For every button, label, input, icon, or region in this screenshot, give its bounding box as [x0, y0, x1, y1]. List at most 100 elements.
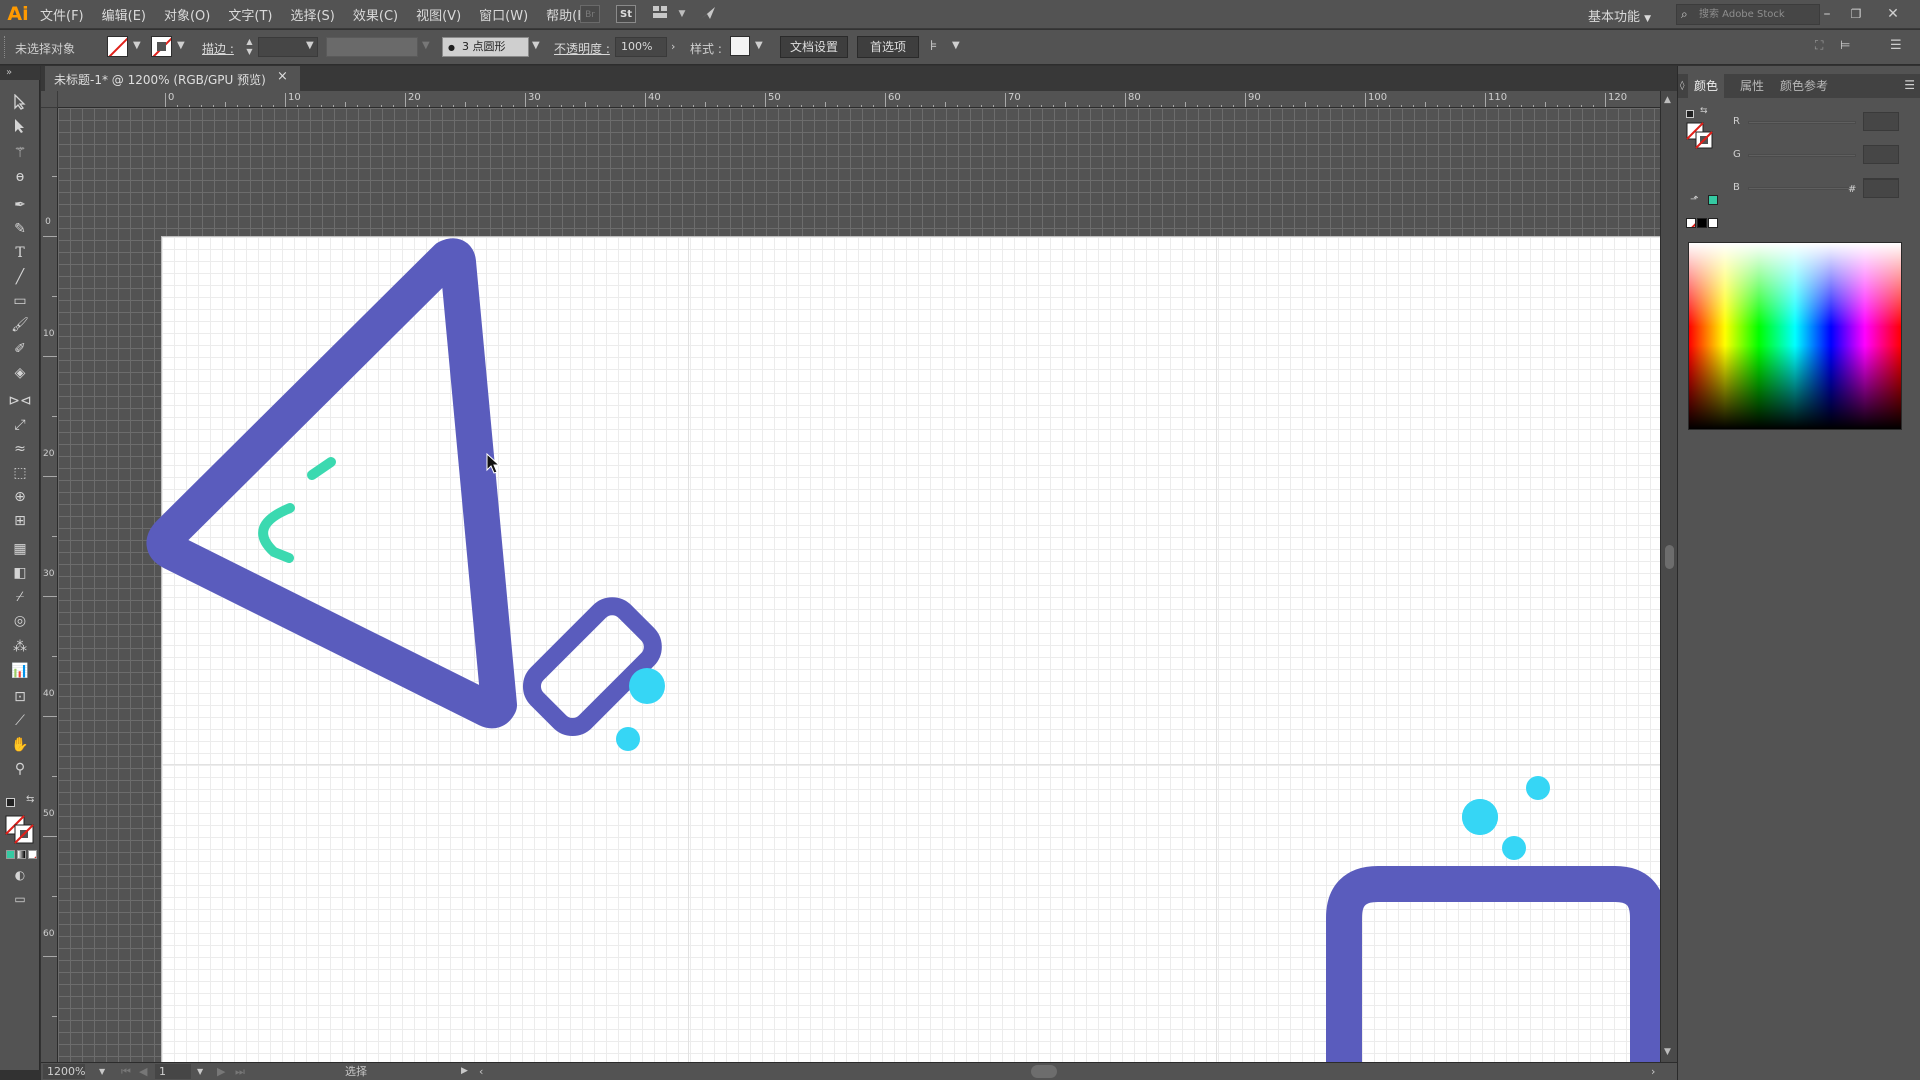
column-graph-icon[interactable]: 📊 [8, 660, 32, 682]
chevron-down-icon[interactable]: ▼ [422, 40, 430, 51]
panel-menu-icon[interactable]: ☰ [1890, 38, 1902, 53]
mesh-icon[interactable]: ▦ [8, 538, 32, 560]
chevron-down-icon[interactable]: ▼ [672, 5, 692, 23]
vertical-ruler[interactable]: 0 10 20 30 40 50 60 [41, 108, 58, 1062]
cup-artwork[interactable] [1326, 776, 1660, 1062]
horizontal-scroll-thumb[interactable] [1031, 1065, 1057, 1078]
hex-input[interactable] [1863, 179, 1899, 198]
scale-icon[interactable]: ⤢ [8, 414, 32, 436]
arrange-documents-icon[interactable] [650, 5, 670, 23]
bubble-dot[interactable] [1502, 836, 1526, 860]
tab-color[interactable]: 颜色 [1688, 74, 1725, 98]
restore-icon[interactable]: ❐ [1843, 3, 1869, 25]
last-color-swatch[interactable] [1708, 195, 1718, 205]
symbol-sprayer-icon[interactable]: ⁂ [8, 636, 32, 658]
stroke-label[interactable]: 描边 : [202, 40, 234, 57]
panel-options-icon[interactable]: ◊ [1680, 74, 1684, 98]
arrange-icon[interactable]: ⊨ [1840, 38, 1850, 52]
none-mode-icon[interactable] [28, 850, 37, 859]
menu-effect[interactable]: 效果(C) [353, 5, 398, 24]
black-color-swatch[interactable] [1697, 218, 1707, 228]
line-segment-icon[interactable]: ╱ [8, 266, 32, 288]
document-tab[interactable]: 未标题-1* @ 1200% (RGB/GPU 预览) × [45, 66, 300, 91]
channel-g-slider[interactable] [1748, 154, 1856, 157]
magic-wand-icon[interactable]: ⚚ [8, 142, 32, 164]
sound-wave-arc[interactable] [258, 503, 295, 563]
bubble-dot[interactable] [629, 668, 665, 704]
stock-icon[interactable]: St [616, 5, 636, 23]
rotate-icon[interactable]: ⊳⊲ [8, 390, 32, 412]
scroll-up-icon[interactable]: ▲ [1664, 95, 1671, 105]
screen-mode-icon[interactable]: ▭ [8, 888, 32, 910]
toolbar-collapse-icon[interactable]: » [0, 66, 40, 80]
stroke-weight-stepper[interactable]: ▲ ▼ [243, 37, 256, 57]
graphic-style-swatch[interactable] [730, 36, 750, 56]
channel-b-slider[interactable] [1748, 187, 1856, 190]
paintbrush-icon[interactable]: 🖌 [8, 314, 32, 336]
megaphone-body[interactable] [146, 238, 517, 729]
color-mode-icon[interactable] [6, 850, 15, 859]
blend-icon[interactable]: ◎ [8, 610, 32, 632]
chevron-down-icon[interactable]: ▼ [99, 1064, 105, 1079]
menu-view[interactable]: 视图(V) [416, 5, 461, 24]
out-of-gamut-icon[interactable]: ⬏ [1690, 194, 1698, 205]
minimize-icon[interactable]: – [1814, 3, 1840, 25]
current-tool-name[interactable]: 选择 [345, 1064, 367, 1079]
shaper-tool-icon[interactable]: ✐ [8, 338, 32, 360]
variable-width-profile[interactable] [326, 37, 418, 57]
selection-tool-icon[interactable] [8, 93, 32, 116]
prev-artboard-icon[interactable]: ◀ [139, 1064, 147, 1079]
horizontal-ruler[interactable]: 0 10 20 30 40 50 60 70 80 90 100 110 120 [58, 91, 1660, 108]
fill-stroke-control[interactable] [1686, 122, 1714, 150]
sound-wave-dash[interactable] [307, 457, 336, 480]
shape-builder-icon[interactable]: ⊕ [8, 486, 32, 508]
color-spectrum[interactable] [1688, 242, 1902, 430]
preferences-button[interactable]: 首选项 [857, 36, 919, 58]
slice-icon[interactable]: ⟋ [8, 710, 32, 732]
panel-menu-icon[interactable]: ☰ [1904, 78, 1915, 92]
type-tool-icon[interactable]: T [8, 242, 32, 264]
close-icon[interactable]: × [277, 69, 288, 84]
isolate-icon[interactable]: ⛶ [1815, 38, 1823, 53]
vertical-scroll-thumb[interactable] [1665, 545, 1674, 569]
lasso-icon[interactable]: ɵ [8, 166, 32, 188]
pen-tool-icon[interactable]: ✒ [8, 194, 32, 216]
artboard-number[interactable]: 1 [155, 1064, 191, 1079]
chevron-down-icon[interactable]: ▼ [133, 40, 141, 51]
first-artboard-icon[interactable]: ⏮ [121, 1064, 131, 1079]
perspective-grid-icon[interactable]: ⊞ [8, 510, 32, 532]
chevron-down-icon[interactable]: ▼ [197, 1064, 203, 1079]
gradient-icon[interactable]: ◧ [8, 562, 32, 584]
curvature-tool-icon[interactable]: ✎ [8, 218, 32, 240]
menu-edit[interactable]: 编辑(E) [102, 5, 146, 24]
last-artboard-icon[interactable]: ⏭ [235, 1064, 245, 1079]
gpu-performance-icon[interactable] [698, 5, 718, 23]
chevron-down-icon[interactable]: ▼ [755, 40, 763, 51]
menu-window[interactable]: 窗口(W) [479, 5, 528, 24]
menu-file[interactable]: 文件(F) [40, 5, 84, 24]
channel-r-input[interactable] [1863, 112, 1899, 131]
canvas[interactable] [58, 108, 1660, 1062]
swap-colors-icon[interactable]: ⇆ [1700, 106, 1708, 116]
zoom-icon[interactable]: ⚲ [8, 758, 32, 780]
chevron-right-icon[interactable]: › [671, 40, 675, 53]
rectangle-tool-icon[interactable]: ▭ [8, 290, 32, 312]
control-bar-grip[interactable] [4, 36, 7, 58]
default-colors-icon[interactable] [1686, 110, 1694, 118]
stroke-swatch[interactable] [151, 36, 172, 57]
align-icon[interactable]: ⊧ [930, 38, 937, 54]
brush-definition[interactable]: ● 3 点圆形 [442, 37, 529, 57]
opacity-label[interactable]: 不透明度 : [554, 40, 610, 57]
bubble-dot[interactable] [616, 727, 640, 751]
fill-stroke-control[interactable] [5, 815, 35, 845]
bridge-icon[interactable]: Br [580, 5, 600, 23]
draw-mode-icon[interactable]: ◐ [8, 864, 32, 886]
none-color-swatch[interactable] [1686, 218, 1696, 228]
megaphone-artwork[interactable] [146, 238, 665, 751]
document-setup-button[interactable]: 文档设置 [780, 36, 848, 58]
scroll-down-icon[interactable]: ▼ [1664, 1047, 1671, 1057]
chevron-down-icon[interactable]: ▼ [306, 40, 314, 51]
eyedropper-icon[interactable]: ⌿ [8, 586, 32, 608]
scroll-left-icon[interactable]: ‹ [479, 1064, 483, 1079]
close-icon[interactable]: ✕ [1880, 3, 1906, 25]
